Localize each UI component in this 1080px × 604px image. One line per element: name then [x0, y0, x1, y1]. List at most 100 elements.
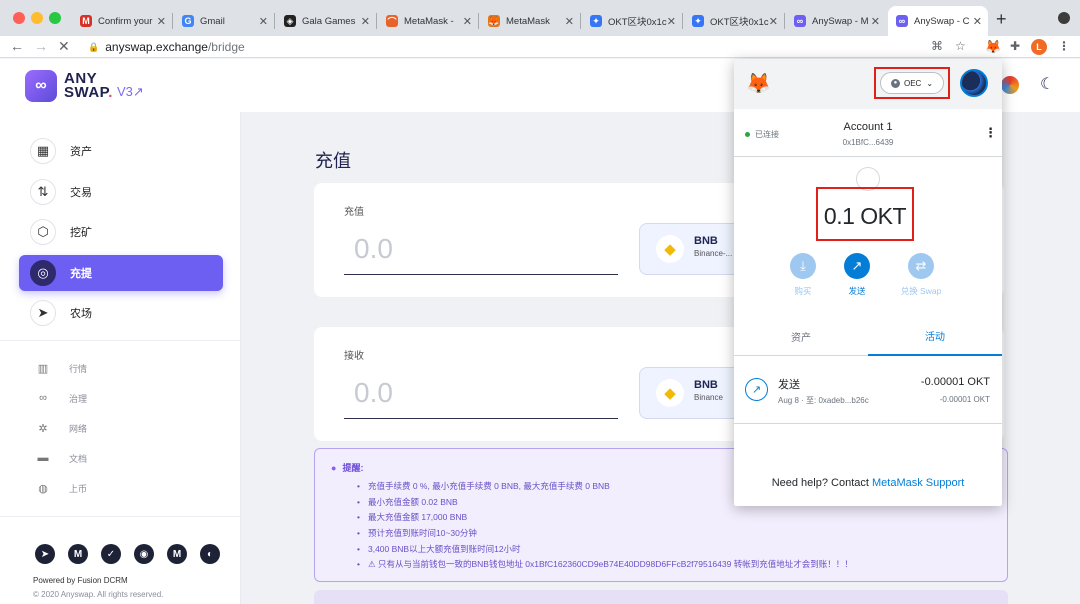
- metamask-extension-icon[interactable]: 🦊: [985, 39, 1001, 55]
- reload-icon[interactable]: ✕: [58, 38, 70, 55]
- browser-tab[interactable]: ◈ Gala Games ✕: [276, 6, 376, 36]
- back-icon[interactable]: ←: [10, 38, 24, 54]
- forward-icon[interactable]: →: [34, 38, 48, 54]
- anyswap-logo-icon[interactable]: ∞: [25, 70, 57, 102]
- translate-icon[interactable]: ⌘: [931, 39, 943, 53]
- metamask-fox-icon: 🦊: [746, 73, 771, 95]
- browser-tab[interactable]: M Confirm your ✕: [72, 6, 172, 36]
- wallet-avatar-icon[interactable]: [1001, 76, 1019, 94]
- network-icon: ✲: [38, 422, 48, 435]
- browser-tab-label: MetaMask: [506, 15, 550, 27]
- twitter-icon[interactable]: ✓: [101, 544, 121, 564]
- bnb-icon: ◆: [656, 379, 684, 407]
- sidebar-subitem-label: 治理: [69, 393, 88, 404]
- deposit-label: 充值: [344, 207, 364, 218]
- coinmarketcap-icon[interactable]: M: [167, 544, 187, 564]
- sidebar-subitem[interactable]: ✲ 网络: [36, 421, 87, 435]
- account-name[interactable]: Account 1: [734, 121, 1002, 133]
- account-options-icon[interactable]: ⋮: [984, 125, 997, 141]
- browser-tab[interactable]: G Gmail ✕: [174, 6, 274, 36]
- browser-tab[interactable]: ⌒ MetaMask - ✕: [378, 6, 478, 36]
- close-icon[interactable]: ✕: [769, 15, 778, 28]
- bridge-icon: ◎: [30, 259, 56, 286]
- dark-mode-moon-icon[interactable]: ☾: [1040, 74, 1054, 94]
- account-address[interactable]: 0x1BfC...6439: [734, 138, 1002, 147]
- maximize-window-button[interactable]: [49, 12, 61, 24]
- gala-icon: ◈: [284, 15, 296, 27]
- medium-icon[interactable]: M: [68, 544, 88, 564]
- browser-tab[interactable]: ✦ OKT区块0x1c ✕: [684, 6, 784, 36]
- okex-icon: ✦: [590, 15, 602, 27]
- tab-activity[interactable]: 活动: [868, 317, 1002, 356]
- close-icon[interactable]: ✕: [463, 15, 472, 28]
- action-button[interactable]: ↗ 发送: [827, 253, 887, 297]
- bookmark-star-icon[interactable]: ☆: [955, 39, 966, 53]
- close-icon[interactable]: ✕: [973, 15, 982, 28]
- close-icon[interactable]: ✕: [361, 15, 370, 28]
- sidebar-item[interactable]: ◎ 充提: [19, 254, 223, 291]
- tip-item: 预计充值到账时间10~30分钟: [357, 526, 853, 542]
- logo-dot: .: [108, 84, 113, 101]
- close-icon[interactable]: ✕: [259, 15, 268, 28]
- sidebar-item[interactable]: ➤ 农场: [19, 295, 223, 331]
- browser-tab[interactable]: ✦ OKT区块0x1c ✕: [582, 6, 682, 36]
- url-bar[interactable]: 🔒 anyswap.exchange/bridge: [80, 37, 980, 57]
- action-button[interactable]: ⤓ 购买: [773, 253, 833, 297]
- minimize-window-button[interactable]: [31, 12, 43, 24]
- close-icon[interactable]: ✕: [871, 15, 880, 28]
- send-arrow-icon: ↗: [844, 253, 870, 279]
- browser-tab-label: Gmail: [200, 15, 225, 27]
- url-path: /bridge: [207, 40, 245, 54]
- coingecko-icon[interactable]: ◐: [200, 544, 220, 564]
- browser-tab[interactable]: ∞ AnySwap - C ✕: [888, 6, 988, 36]
- deposit-token-name: Binance-...: [694, 249, 733, 258]
- sidebar-subitem[interactable]: ◍ 上币: [36, 481, 87, 495]
- mining-icon: ⬡: [30, 219, 56, 245]
- action-button[interactable]: ⇄ 兑换 Swap: [891, 253, 951, 297]
- profile-avatar[interactable]: L: [1031, 39, 1047, 55]
- sidebar-subitem[interactable]: ∞ 治理: [36, 391, 87, 405]
- tab-assets[interactable]: 资产: [734, 317, 868, 356]
- tab-separator: [172, 13, 173, 29]
- github-icon[interactable]: ◉: [134, 544, 154, 564]
- telegram-icon[interactable]: ➤: [35, 544, 55, 564]
- close-icon[interactable]: ✕: [157, 15, 166, 28]
- transaction-row[interactable]: ↗ 发送 Aug 8 · 至: 0xadeb...b26c -0.00001 O…: [734, 364, 1002, 424]
- receive-label: 接收: [344, 351, 364, 362]
- close-icon[interactable]: ✕: [565, 15, 574, 28]
- tab-separator: [274, 13, 275, 29]
- sidebar-subitem-label: 行情: [69, 363, 88, 374]
- browser-menu-icon[interactable]: ⋮: [1058, 39, 1070, 53]
- network-icon: ●: [890, 78, 900, 88]
- page-title: 充值: [315, 151, 351, 171]
- metamask-popup: 🦊 ● OEC ⌄ 已连接 Account 1 0x1BfC...6439 ⋮ …: [734, 59, 1002, 506]
- sidebar-item[interactable]: ⇅ 交易: [19, 174, 223, 210]
- anyswap-wordmark[interactable]: ANY SWAP.: [64, 71, 113, 101]
- receive-input-underline: [344, 418, 618, 419]
- address-toolbar: ← → ✕ 🔒 anyswap.exchange/bridge ⌘ ☆ 🦊 ✚ …: [0, 36, 1080, 58]
- browser-tab[interactable]: ∞ AnySwap - M ✕: [786, 6, 886, 36]
- browser-tab-label: OKT区块0x1c: [710, 17, 769, 28]
- network-selector[interactable]: ● OEC ⌄: [880, 72, 944, 94]
- lightbulb-icon: ●: [331, 463, 337, 473]
- tab-search-icon[interactable]: [1058, 12, 1070, 24]
- receive-amount-input[interactable]: 0.0: [354, 377, 393, 409]
- deposit-amount-input[interactable]: 0.0: [354, 233, 393, 265]
- sidebar-subitem[interactable]: ▥ 行情: [36, 361, 87, 375]
- receive-token-symbol: BNB: [694, 379, 718, 391]
- sidebar-subitem[interactable]: ▬ 文档: [36, 451, 88, 465]
- help-prefix: Need help? Contact: [771, 477, 872, 489]
- send-icon: ➤: [30, 300, 56, 326]
- version-link[interactable]: V3↗: [117, 84, 144, 100]
- action-label: 购买: [794, 286, 812, 296]
- new-tab-icon[interactable]: +: [996, 9, 1007, 30]
- sidebar-item[interactable]: ▦ 资产: [19, 133, 223, 169]
- metamask-support-link[interactable]: MetaMask Support: [872, 477, 964, 489]
- sidebar-item[interactable]: ⬡ 挖矿: [19, 214, 223, 250]
- anyswap-icon: ∞: [896, 15, 908, 27]
- close-icon[interactable]: ✕: [667, 15, 676, 28]
- account-identicon[interactable]: [960, 69, 988, 97]
- close-window-button[interactable]: [13, 12, 25, 24]
- browser-tab[interactable]: 🦊 MetaMask ✕: [480, 6, 580, 36]
- extensions-icon[interactable]: ✚: [1010, 39, 1020, 53]
